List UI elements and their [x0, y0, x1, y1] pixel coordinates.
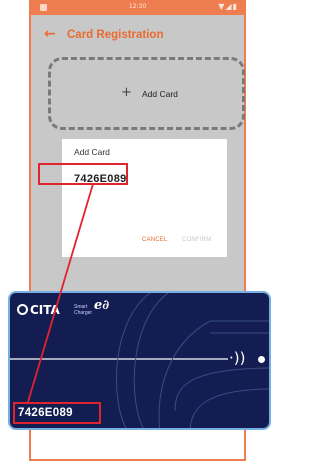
nfc-icon: ·)) [229, 349, 246, 367]
smart-charger-tagline: Smart Charger [74, 304, 93, 316]
add-card-button[interactable]: + Add Card [48, 57, 245, 130]
app-bar: ← Card Registration [31, 15, 244, 55]
card-dot [258, 356, 265, 363]
status-bar: 12:30 ▼◢▮ [31, 0, 244, 15]
cancel-button[interactable]: CANCEL [142, 237, 168, 243]
plus-icon: + [121, 85, 132, 100]
brand-mark: e∂ [94, 298, 110, 313]
add-card-label: Add Card [142, 89, 178, 99]
status-icons: ▼◢▮ [218, 2, 238, 11]
confirm-button[interactable]: CONFIRM [182, 237, 211, 243]
add-card-dialog: Add Card 7426E089 CANCEL CONFIRM [62, 139, 227, 257]
cita-logo: CITA [17, 303, 60, 317]
dialog-title: Add Card [74, 147, 110, 157]
back-arrow-icon[interactable]: ← [44, 27, 56, 41]
rfid-card-illustration: CITA Smart Charger e∂ ·)) 7426E089 [8, 291, 271, 430]
card-number-input[interactable]: 7426E089 [74, 173, 127, 185]
status-time: 12:30 [128, 3, 147, 10]
card-serial-number: 7426E089 [13, 402, 101, 424]
page-title: Card Registration [67, 29, 164, 41]
